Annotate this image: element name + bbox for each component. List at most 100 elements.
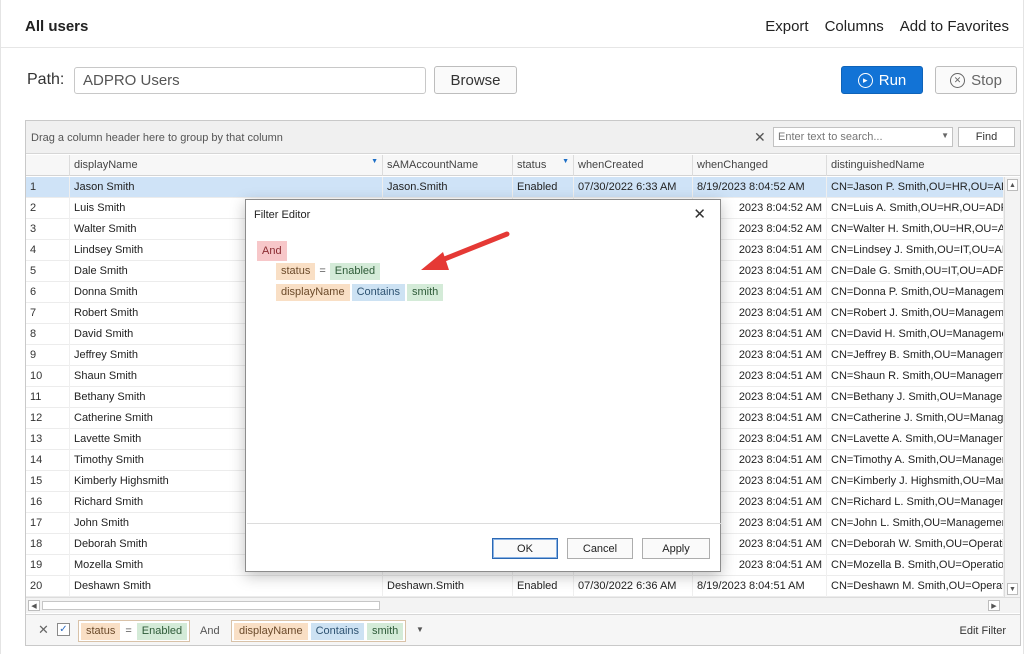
filter-editor-dialog: Filter Editor ✕ And status = Enabled dis…: [245, 199, 721, 572]
horizontal-scrollbar[interactable]: ◀ ▶: [26, 597, 1020, 613]
filter-enabled-checkbox[interactable]: ✓: [57, 623, 70, 636]
distinguishedname-cell: CN=Lavette A. Smith,OU=Managem: [827, 429, 1004, 450]
search-placeholder: Enter text to search...: [778, 131, 883, 143]
condition-value[interactable]: Enabled: [329, 263, 381, 280]
table-row[interactable]: 1 Jason Smith Jason.Smith Enabled 07/30/2022…: [26, 177, 1004, 198]
distinguishedname-cell: CN=Jeffrey B. Smith,OU=Manageme: [827, 345, 1004, 366]
row-number-cell: 19: [26, 555, 70, 576]
column-header-row: displayName ▼ sAMAccountName status ▼ wh…: [26, 155, 1020, 176]
row-number-cell: 20: [26, 576, 70, 597]
close-icon[interactable]: ✕: [693, 205, 706, 223]
clear-search-icon[interactable]: ✕: [754, 129, 766, 146]
whenchanged-cell: 8/19/2023 8:04:52 AM: [693, 177, 827, 198]
group-hint: Drag a column header here to group by th…: [31, 132, 283, 144]
row-number-cell: 12: [26, 408, 70, 429]
condition-value[interactable]: smith: [407, 284, 444, 301]
column-header-label: status: [517, 159, 547, 171]
column-header-displayname[interactable]: displayName ▼: [70, 155, 383, 176]
distinguishedname-cell: CN=David H. Smith,OU=Managemen: [827, 324, 1004, 345]
run-button[interactable]: ▸ Run: [841, 66, 923, 94]
column-header-label: sAMAccountName: [387, 159, 479, 171]
column-header-label: whenCreated: [578, 159, 644, 171]
add-to-favorites-link[interactable]: Add to Favorites: [900, 18, 1009, 35]
distinguishedname-cell: CN=Luis A. Smith,OU=HR,OU=ADPF: [827, 198, 1004, 219]
header-actions: Export Columns Add to Favorites: [765, 18, 1009, 35]
scroll-up-icon[interactable]: ▲: [1007, 179, 1018, 191]
row-number-header: [26, 155, 70, 176]
export-link[interactable]: Export: [765, 18, 808, 35]
search-input[interactable]: Enter text to search... ▼: [773, 127, 953, 147]
run-label: Run: [878, 71, 907, 89]
find-button[interactable]: Find: [958, 127, 1015, 147]
filter-operator: =: [123, 622, 134, 640]
edit-filter-link[interactable]: Edit Filter: [960, 625, 1006, 637]
filter-value: Enabled: [136, 622, 188, 640]
vertical-scrollbar[interactable]: ▲ ▼: [1004, 177, 1020, 597]
filter-joiner: And: [200, 625, 220, 637]
filter-chip-status[interactable]: status = Enabled: [78, 620, 191, 642]
row-number-cell: 14: [26, 450, 70, 471]
status-cell: Enabled: [513, 576, 574, 597]
clear-filter-icon[interactable]: ✕: [38, 622, 49, 638]
row-number-cell: 11: [26, 387, 70, 408]
scroll-left-icon[interactable]: ◀: [28, 600, 40, 611]
row-number-cell: 4: [26, 240, 70, 261]
header-divider: [1, 47, 1024, 48]
row-number-cell: 6: [26, 282, 70, 303]
group-panel[interactable]: Drag a column header here to group by th…: [26, 121, 1020, 154]
distinguishedname-cell: CN=Deborah W. Smith,OU=Operatic: [827, 534, 1004, 555]
distinguishedname-cell: CN=Dale G. Smith,OU=IT,OU=ADPR: [827, 261, 1004, 282]
row-number-cell: 3: [26, 219, 70, 240]
column-header-whencreated[interactable]: whenCreated: [574, 155, 693, 176]
filter-condition-row: status = Enabled: [276, 263, 381, 280]
distinguishedname-cell: CN=Jason P. Smith,OU=HR,OU=AD: [827, 177, 1004, 198]
filter-field: status: [81, 622, 121, 640]
stop-button[interactable]: ✕ Stop: [935, 66, 1017, 94]
row-number-cell: 10: [26, 366, 70, 387]
row-number-cell: 8: [26, 324, 70, 345]
condition-field[interactable]: displayName: [276, 284, 350, 301]
column-header-samaccountname[interactable]: sAMAccountName: [383, 155, 513, 176]
play-icon: ▸: [857, 72, 873, 88]
cancel-button[interactable]: Cancel: [567, 538, 633, 559]
row-number-cell: 15: [26, 471, 70, 492]
filter-operator: Contains: [310, 622, 365, 640]
app-window: All users Export Columns Add to Favorite…: [0, 0, 1024, 654]
scroll-down-icon[interactable]: ▼: [1007, 583, 1018, 595]
status-cell: Enabled: [513, 177, 574, 198]
columns-link[interactable]: Columns: [825, 18, 884, 35]
filter-history-chevron-icon[interactable]: ▼: [416, 625, 424, 634]
table-row[interactable]: 20 Deshawn Smith Deshawn.Smith Enabled 07/30…: [26, 576, 1004, 597]
filter-tree: And status = Enabled displayName Contain…: [246, 228, 720, 523]
stop-label: Stop: [971, 71, 1002, 89]
distinguishedname-cell: CN=Bethany J. Smith,OU=Manage: [827, 387, 1004, 408]
path-input[interactable]: [74, 67, 426, 94]
column-header-whenchanged[interactable]: whenChanged: [693, 155, 827, 176]
distinguishedname-cell: CN=Shaun R. Smith,OU=Manageme: [827, 366, 1004, 387]
distinguishedname-cell: CN=John L. Smith,OU=Management: [827, 513, 1004, 534]
group-operator[interactable]: And: [257, 241, 287, 261]
filter-icon[interactable]: ▼: [371, 158, 378, 165]
condition-operator[interactable]: =: [317, 263, 328, 280]
row-number-cell: 17: [26, 513, 70, 534]
scroll-thumb[interactable]: [42, 601, 380, 610]
condition-operator[interactable]: Contains: [351, 284, 406, 301]
browse-button[interactable]: Browse: [434, 66, 517, 94]
filter-icon[interactable]: ▼: [562, 158, 569, 165]
filter-value: smith: [367, 622, 404, 640]
column-header-status[interactable]: status ▼: [513, 155, 574, 176]
condition-field[interactable]: status: [276, 263, 316, 280]
chevron-down-icon[interactable]: ▼: [941, 131, 949, 140]
ok-button[interactable]: OK: [492, 538, 558, 559]
filter-chip-displayname[interactable]: displayName Contains smith: [231, 620, 407, 642]
scroll-right-icon[interactable]: ▶: [988, 600, 1000, 611]
row-number-cell: 2: [26, 198, 70, 219]
column-header-distinguishedname[interactable]: distinguishedName: [827, 155, 1020, 176]
distinguishedname-cell: CN=Timothy A. Smith,OU=Managem: [827, 450, 1004, 471]
distinguishedname-cell: CN=Kimberly J. Highsmith,OU=Mana: [827, 471, 1004, 492]
distinguishedname-cell: CN=Richard L. Smith,OU=Manageme: [827, 492, 1004, 513]
displayname-cell: Deshawn Smith: [70, 576, 383, 597]
samaccountname-cell: Deshawn.Smith: [383, 576, 513, 597]
distinguishedname-cell: CN=Walter H. Smith,OU=HR,OU=AD: [827, 219, 1004, 240]
apply-button[interactable]: Apply: [642, 538, 710, 559]
